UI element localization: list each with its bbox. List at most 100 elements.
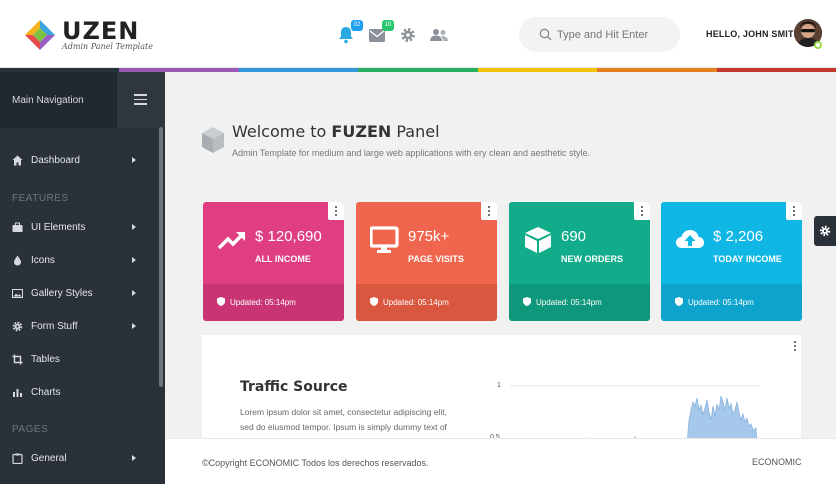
sidebar-item-label: Charts: [31, 387, 61, 398]
sidebar-item-tables[interactable]: Tables: [0, 345, 158, 375]
notifications-badge: 02: [351, 20, 363, 31]
stat-card-today-income[interactable]: $ 2,206 TODAY INCOME Updated: 05:14pm: [661, 202, 802, 321]
stat-card-visits[interactable]: 975k+ PAGE VISITS Updated: 05:14pm: [356, 202, 497, 321]
traffic-source-panel: Traffic Source Lorem ipsum dolor sit ame…: [202, 335, 801, 445]
stat-card-body: $ 2,206 TODAY INCOME: [661, 202, 802, 284]
sidebar-item-general[interactable]: General: [0, 444, 158, 474]
users-button[interactable]: [430, 24, 450, 44]
chevron-right-icon: [132, 257, 136, 263]
footer-brand-link[interactable]: ECONOMIC: [752, 457, 802, 467]
theme-settings-toggle[interactable]: [814, 216, 836, 246]
sidebar-section-pages: PAGES: [12, 424, 49, 435]
stat-card-footer: Updated: 05:14pm: [356, 284, 497, 321]
sidebar-item-form-stuff[interactable]: Form Stuff: [0, 312, 158, 342]
stat-updated: Updated: 05:14pm: [230, 298, 296, 307]
shield-icon: [523, 297, 531, 306]
notifications-button[interactable]: 02: [337, 20, 363, 44]
messages-button[interactable]: 10: [368, 20, 394, 44]
search-input[interactable]: [557, 25, 672, 44]
sidebar-item-gallery-styles[interactable]: Gallery Styles: [0, 279, 158, 309]
stat-card-body: $ 120,690 ALL INCOME: [203, 202, 344, 284]
page-footer: ©Copyright ECONOMIC Todos los derechos r…: [165, 438, 836, 484]
sidebar-item-label: Icons: [31, 255, 55, 266]
online-status-indicator: [814, 41, 822, 49]
clipboard-icon: [12, 453, 23, 464]
sidebar-title: Main Navigation: [12, 95, 84, 106]
card-menu-button[interactable]: [481, 202, 497, 220]
card-menu-button[interactable]: [786, 202, 802, 220]
user-greeting[interactable]: HELLO, JOHN SMITH!: [706, 29, 804, 39]
stat-updated: Updated: 05:14pm: [536, 298, 602, 307]
panel-menu-button[interactable]: [793, 341, 797, 353]
stat-card-footer: Updated: 05:14pm: [661, 284, 802, 321]
stat-value: $ 2,206: [713, 228, 764, 245]
crop-icon: [12, 354, 23, 365]
sidebar-item-label: Form Stuff: [31, 321, 78, 332]
shield-icon: [370, 297, 378, 306]
settings-button[interactable]: [399, 24, 419, 44]
color-stripe-segment: [597, 68, 717, 72]
stat-card-footer: Updated: 05:14pm: [509, 284, 650, 321]
envelope-icon: [369, 29, 385, 42]
sidebar-item-charts[interactable]: Charts: [0, 378, 158, 408]
hamburger-icon: [134, 94, 147, 105]
chevron-right-icon: [132, 157, 136, 163]
brand-logo[interactable]: UZEN Admin Panel Template: [22, 16, 153, 56]
cube-icon: [202, 127, 224, 153]
messages-badge: 10: [382, 20, 394, 31]
shield-icon: [217, 297, 225, 306]
stat-value: $ 120,690: [255, 228, 322, 245]
sidebar-toggle-button[interactable]: [117, 72, 165, 128]
card-menu-button[interactable]: [328, 202, 344, 220]
cube-icon: [525, 227, 551, 253]
chevron-right-icon: [132, 455, 136, 461]
search-box[interactable]: [519, 17, 680, 52]
page-title: Welcome to FUZEN Panel: [232, 122, 440, 141]
shield-icon: [675, 297, 683, 306]
cloud-upload-icon: [676, 230, 704, 248]
top-header: UZEN Admin Panel Template 02 10 Type and…: [0, 0, 836, 68]
sidebar-item-icons[interactable]: Icons: [0, 246, 158, 276]
sidebar-scrollbar[interactable]: [159, 127, 163, 387]
stat-label: PAGE VISITS: [408, 254, 464, 264]
stat-card-income[interactable]: $ 120,690 ALL INCOME Updated: 05:14pm: [203, 202, 344, 321]
gear-icon: [819, 225, 831, 237]
chevron-right-icon: [132, 224, 136, 230]
chevron-right-icon: [132, 323, 136, 329]
stat-card-footer: Updated: 05:14pm: [203, 284, 344, 321]
footer-copyright: ©Copyright ECONOMIC Todos los derechos r…: [202, 458, 429, 468]
monitor-icon: [370, 226, 399, 253]
sidebar-item-label: Tables: [31, 354, 60, 365]
sidebar-item-label: Gallery Styles: [31, 288, 93, 299]
briefcase-icon: [12, 222, 23, 232]
stat-value: 690: [561, 228, 587, 245]
logo-mark-icon: [25, 20, 55, 50]
sidebar-item-ui-elements[interactable]: UI Elements: [0, 213, 158, 243]
sidebar-item-label: General: [31, 453, 67, 464]
stat-label: NEW ORDERS: [561, 254, 624, 264]
cog-icon: [12, 321, 23, 332]
stat-value: 975k+: [408, 228, 450, 245]
color-stripe-segment: [238, 68, 359, 72]
stat-card-body: 975k+ PAGE VISITS: [356, 202, 497, 284]
card-menu-button[interactable]: [634, 202, 650, 220]
sidebar-item-label: UI Elements: [31, 222, 86, 233]
chart-tick-label: 1: [497, 382, 501, 389]
color-stripe-segment: [358, 68, 478, 72]
bar-chart-icon: [13, 389, 22, 397]
sidebar-header: Main Navigation: [0, 72, 165, 128]
brand-tagline: Admin Panel Template: [62, 42, 153, 51]
brand-name: UZEN: [62, 17, 140, 45]
traffic-area-chart: [510, 385, 760, 445]
sidebar-item-dashboard[interactable]: Dashboard: [0, 146, 158, 176]
home-icon: [12, 155, 23, 166]
stat-updated: Updated: 05:14pm: [688, 298, 754, 307]
trend-up-icon: [217, 232, 245, 250]
color-stripe-segment: [477, 68, 598, 72]
sidebar: Main Navigation Dashboard FEATURES UI El…: [0, 72, 165, 484]
drop-icon: [14, 255, 21, 266]
color-stripe-segment: [716, 68, 836, 72]
users-icon: [430, 29, 448, 41]
page-subtitle: Admin Template for medium and large web …: [232, 148, 591, 158]
stat-card-orders[interactable]: 690 NEW ORDERS Updated: 05:14pm: [509, 202, 650, 321]
